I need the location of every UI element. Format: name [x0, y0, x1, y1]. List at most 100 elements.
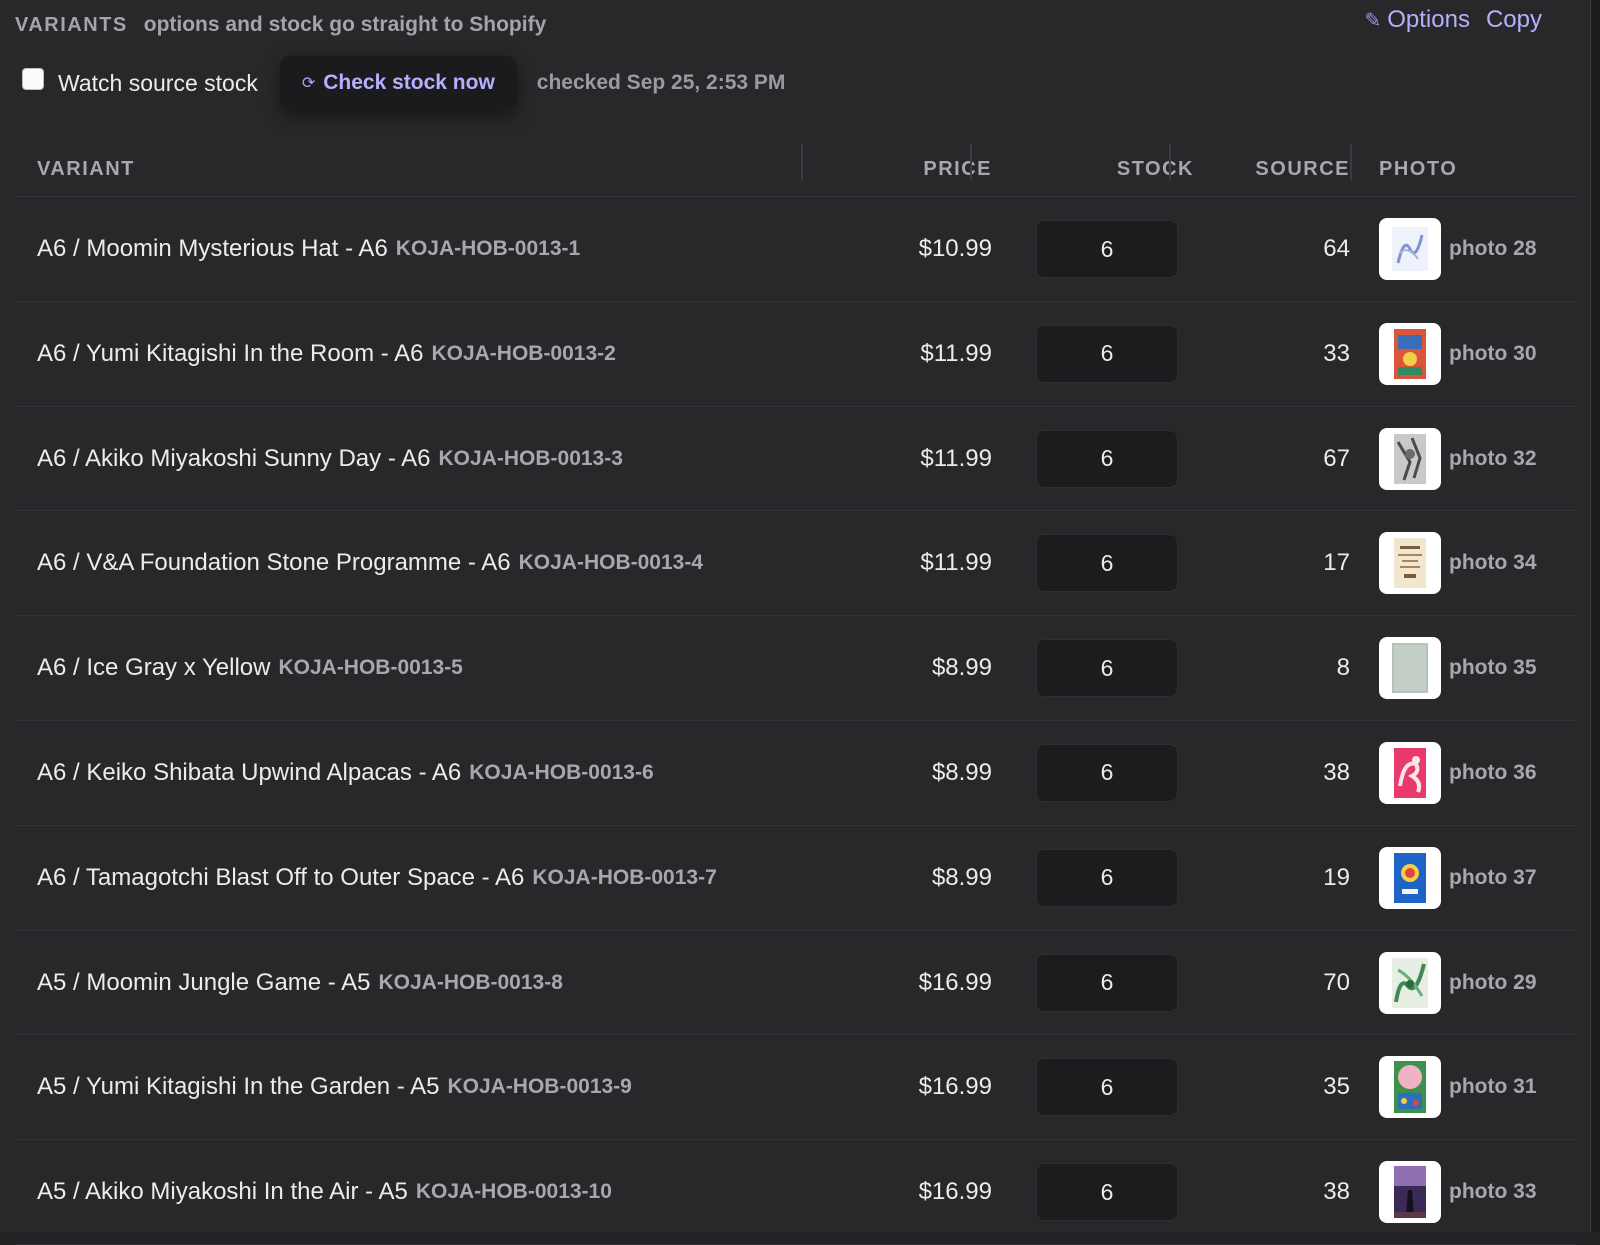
stock-toolbar: Watch source stock ⟳ Check stock now che… — [22, 56, 785, 110]
stock-cell — [1036, 302, 1178, 406]
column-divider[interactable] — [970, 144, 972, 180]
column-divider[interactable] — [801, 144, 803, 180]
variant-name: A6 / Ice Gray x Yellow — [37, 654, 271, 682]
variant-name: A6 / Keiko Shibata Upwind Alpacas - A6 — [37, 758, 462, 786]
stock-cell — [1036, 1035, 1178, 1139]
window-edge — [1590, 0, 1600, 1232]
variant-name: A6 / Akiko Miyakoshi Sunny Day - A6 — [37, 444, 431, 472]
watch-source-checkbox[interactable] — [22, 68, 44, 90]
photo-thumbnail[interactable] — [1379, 322, 1441, 385]
check-stock-label: Check stock now — [323, 71, 495, 94]
variant-sku: KOJA-HOB-0013-9 — [447, 1075, 632, 1099]
table-row: A6 / Yumi Kitagishi In the Room - A6 KOJA… — [16, 302, 1576, 407]
photo-thumbnail[interactable] — [1379, 218, 1441, 280]
variant-sku: KOJA-HOB-0013-2 — [431, 341, 616, 365]
variant-name: A6 / V&A Foundation Stone Programme - A6 — [37, 549, 511, 577]
pencil-icon: ✎ — [1364, 9, 1382, 32]
watch-source-label[interactable]: Watch source stock — [58, 70, 258, 97]
variants-table: VARIANT PRICE STOCK SOURCE PHOTO A6 / Mo… — [16, 142, 1576, 1245]
photo-thumbnail[interactable] — [1379, 846, 1441, 909]
source-stock: 19 — [1323, 863, 1350, 891]
column-divider[interactable] — [1350, 144, 1352, 180]
variant-price: $8.99 — [931, 758, 992, 786]
photo-thumbnail[interactable] — [1379, 637, 1441, 700]
variant-name-cell: A5 / Yumi Kitagishi In the Garden - A5 KO… — [37, 1035, 632, 1139]
photo-cell[interactable]: photo 31 — [1379, 1035, 1537, 1139]
variant-sku: KOJA-HOB-0013-10 — [415, 1180, 612, 1204]
photo-cell[interactable]: photo 37 — [1379, 826, 1537, 930]
variant-price: $16.99 — [918, 1178, 992, 1206]
stock-input[interactable] — [1036, 534, 1178, 593]
stock-input[interactable] — [1036, 848, 1178, 907]
photo-thumbnail[interactable] — [1379, 951, 1441, 1014]
photo-cell[interactable]: photo 28 — [1379, 197, 1537, 301]
stock-input[interactable] — [1036, 1163, 1178, 1222]
table-row: A6 / Moomin Mysterious Hat - A6 KOJA-HOB-… — [16, 197, 1576, 302]
source-stock: 33 — [1323, 339, 1350, 367]
photo-cell[interactable]: photo 35 — [1379, 616, 1537, 720]
variant-name: A5 / Moomin Jungle Game - A5 — [37, 968, 371, 996]
table-row: A5 / Yumi Kitagishi In the Garden - A5 KO… — [16, 1035, 1576, 1141]
photo-thumbnail[interactable] — [1379, 427, 1441, 490]
stock-input[interactable] — [1036, 220, 1178, 278]
table-body: A6 / Moomin Mysterious Hat - A6 KOJA-HOB-… — [16, 197, 1576, 1245]
photo-label: photo 28 — [1449, 237, 1537, 260]
header-actions: ✎ Options Copy — [1364, 6, 1542, 34]
variant-name-cell: A6 / V&A Foundation Stone Programme - A6… — [37, 511, 703, 615]
refresh-icon: ⟳ — [301, 75, 316, 92]
photo-thumbnail[interactable] — [1379, 741, 1441, 804]
table-row: A6 / Akiko Miyakoshi Sunny Day - A6 KOJA-… — [16, 407, 1576, 512]
photo-thumbnail[interactable] — [1379, 1161, 1441, 1224]
section-subtitle: options and stock go straight to Shopify — [143, 13, 547, 36]
source-stock: 17 — [1323, 549, 1350, 577]
photo-cell[interactable]: photo 29 — [1379, 931, 1537, 1035]
options-link[interactable]: ✎ Options — [1364, 6, 1469, 34]
source-stock: 35 — [1323, 1073, 1350, 1101]
photo-cell[interactable]: photo 30 — [1379, 302, 1537, 406]
photo-label: photo 36 — [1449, 760, 1537, 784]
stock-cell — [1036, 826, 1178, 930]
variant-price: $11.99 — [920, 444, 992, 472]
photo-thumbnail[interactable] — [1379, 532, 1441, 595]
photo-cell[interactable]: photo 36 — [1379, 721, 1537, 825]
copy-link[interactable]: Copy — [1486, 6, 1542, 34]
table-row: A6 / Ice Gray x Yellow KOJA-HOB-0013-5 $8.… — [16, 616, 1576, 721]
stock-cell — [1036, 511, 1178, 615]
table-row: A5 / Akiko Miyakoshi In the Air - A5 KOJA… — [16, 1140, 1576, 1245]
source-stock: 38 — [1323, 758, 1350, 786]
stock-input[interactable] — [1036, 639, 1178, 698]
stock-input[interactable] — [1036, 324, 1178, 383]
stock-cell — [1036, 407, 1178, 511]
stock-input[interactable] — [1036, 953, 1178, 1012]
stock-input[interactable] — [1036, 1058, 1178, 1117]
variant-name-cell: A6 / Ice Gray x Yellow KOJA-HOB-0013-5 — [37, 616, 463, 720]
stock-input[interactable] — [1036, 429, 1178, 488]
photo-cell[interactable]: photo 33 — [1379, 1140, 1537, 1244]
table-row: A6 / Tamagotchi Blast Off to Outer Space… — [16, 826, 1576, 931]
variant-name: A6 / Moomin Mysterious Hat - A6 — [37, 235, 388, 262]
stock-cell — [1036, 197, 1178, 301]
stock-cell — [1036, 721, 1178, 825]
photo-cell[interactable]: photo 32 — [1379, 407, 1537, 511]
stock-input[interactable] — [1036, 743, 1178, 802]
variant-name-cell: A6 / Akiko Miyakoshi Sunny Day - A6 KOJA-… — [37, 407, 623, 511]
variant-sku: KOJA-HOB-0013-8 — [378, 970, 563, 994]
column-header-stock: STOCK — [1116, 158, 1194, 180]
variant-name: A6 / Tamagotchi Blast Off to Outer Space… — [37, 863, 525, 891]
variant-price: $8.99 — [931, 654, 992, 682]
check-stock-button[interactable]: ⟳ Check stock now — [279, 56, 517, 110]
table-row: A6 / Keiko Shibata Upwind Alpacas - A6 KO… — [16, 721, 1576, 826]
photo-thumbnail[interactable] — [1379, 1056, 1441, 1119]
section-title: VARIANTS — [15, 13, 128, 36]
column-header-price: PRICE — [923, 158, 992, 180]
photo-cell[interactable]: photo 34 — [1379, 511, 1537, 615]
source-stock: 70 — [1323, 968, 1350, 996]
variant-name-cell: A6 / Yumi Kitagishi In the Room - A6 KOJA… — [37, 302, 616, 406]
table-row: A5 / Moomin Jungle Game - A5 KOJA-HOB-001… — [16, 931, 1576, 1036]
source-stock: 8 — [1336, 654, 1350, 682]
column-divider[interactable] — [1169, 144, 1171, 180]
options-link-label: Options — [1387, 6, 1470, 33]
column-header-photo: PHOTO — [1379, 158, 1458, 180]
photo-label: photo 31 — [1449, 1075, 1537, 1099]
source-stock: 64 — [1323, 235, 1350, 262]
